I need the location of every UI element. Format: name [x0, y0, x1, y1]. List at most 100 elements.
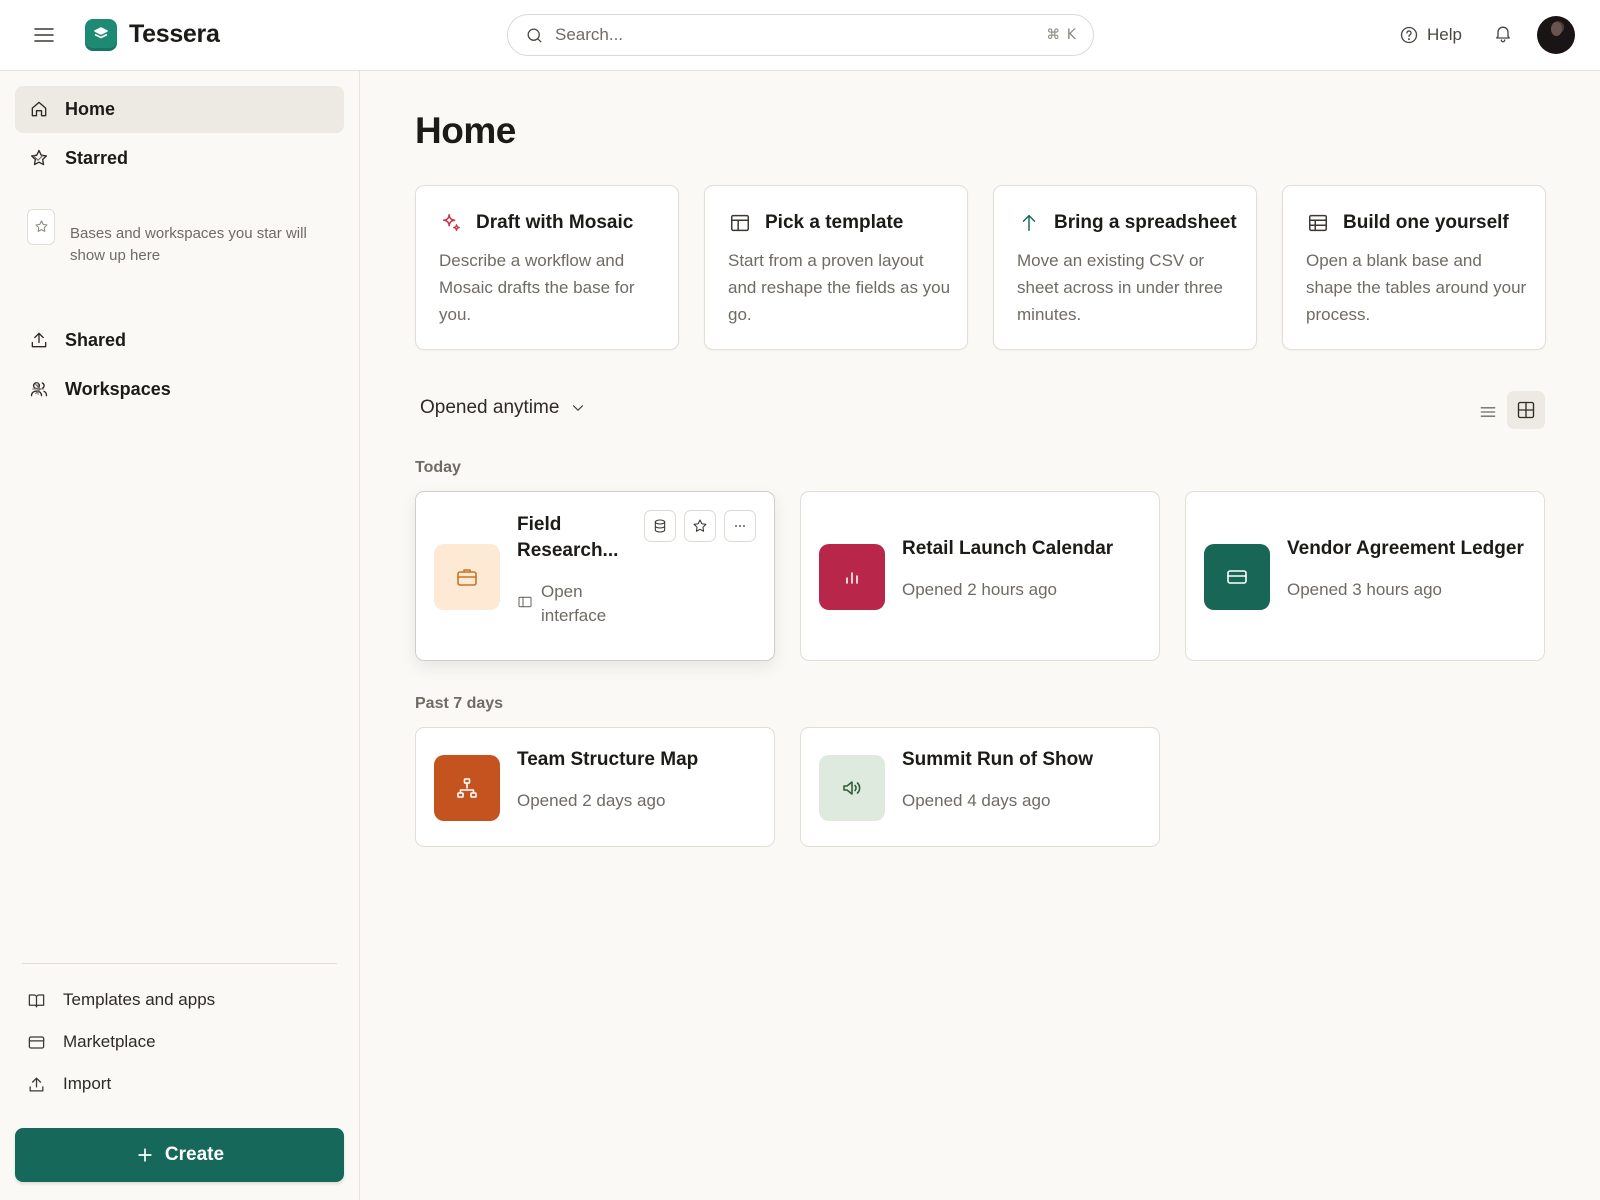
- recent-card-field-research[interactable]: Field Research... Open interface: [415, 491, 775, 661]
- section-today: Today: [415, 459, 461, 476]
- database-icon: [654, 519, 666, 533]
- interface-icon: [518, 596, 532, 608]
- base-name: Team Structure Map: [517, 749, 699, 770]
- card-icon: [28, 1035, 45, 1049]
- base-tile: [434, 755, 500, 821]
- star-icon: [35, 220, 48, 232]
- base-name: Field Research...: [517, 514, 619, 561]
- avatar[interactable]: [1537, 16, 1575, 54]
- template-icon: [731, 214, 749, 232]
- opened-filter-dropdown[interactable]: Opened anytime: [420, 397, 587, 419]
- sidebar-item-label: Home: [65, 99, 116, 119]
- more-horizontal-icon: [735, 525, 745, 527]
- start-card-title: Pick a template: [765, 212, 904, 233]
- starred-empty-text: Bases and workspaces you star will show …: [70, 225, 307, 264]
- briefcase-icon: [457, 569, 477, 586]
- sidebar-item-marketplace[interactable]: Marketplace: [27, 1027, 156, 1057]
- sparkle-icon: [442, 214, 460, 232]
- start-card-description: Move an existing CSV or sheet across in …: [1017, 251, 1224, 324]
- recent-card-retail-launch[interactable]: Retail Launch Calendar Opened 2 hours ag…: [800, 491, 1160, 661]
- sidebar-item-label: Marketplace: [63, 1032, 156, 1051]
- sidebar-item-home[interactable]: Home: [15, 86, 344, 133]
- app-name: Tessera: [129, 20, 220, 48]
- base-tile: [819, 544, 885, 610]
- search-shortcut: ⌘ K: [1046, 27, 1077, 43]
- recent-card-summit-run[interactable]: Summit Run of Show Opened 4 days ago: [800, 727, 1160, 847]
- star-placeholder: [27, 209, 55, 245]
- base-name: Vendor Agreement Ledger: [1287, 538, 1524, 559]
- search-bar[interactable]: ⌘ K: [507, 14, 1094, 56]
- base-tile: [434, 544, 500, 610]
- sidebar-item-import[interactable]: Import: [27, 1069, 111, 1099]
- sidebar-item-workspaces[interactable]: Workspaces: [15, 366, 344, 413]
- bell-icon: [1496, 26, 1510, 43]
- help-circle-icon: [1400, 26, 1418, 44]
- search-input[interactable]: [555, 24, 995, 46]
- menu-icon: [34, 28, 54, 42]
- notifications-button[interactable]: [1493, 23, 1513, 43]
- base-opened-time: Opened 2 days ago: [517, 791, 666, 810]
- sidebar: Home Starred Bases and workspaces you st…: [0, 71, 360, 1200]
- grid-icon: [1517, 401, 1535, 419]
- list-icon: [1480, 407, 1496, 417]
- sidebar-item-label: Starred: [65, 148, 129, 168]
- base-opened-time: Opened 2 hours ago: [902, 580, 1058, 599]
- home-icon: [31, 101, 47, 117]
- start-card-mosaic[interactable]: Draft with Mosaic Describe a workflow an…: [415, 185, 679, 350]
- app-logo[interactable]: [85, 19, 117, 51]
- sidebar-item-shared[interactable]: Shared: [15, 317, 344, 364]
- card-icon: [1227, 570, 1247, 584]
- layers-icon: [94, 27, 108, 39]
- star-button[interactable]: [684, 510, 716, 542]
- grid-view-button[interactable]: [1507, 391, 1545, 429]
- filter-label: Opened anytime: [420, 397, 560, 418]
- base-name: Retail Launch Calendar: [902, 538, 1114, 559]
- chevron-right-icon[interactable]: [29, 380, 47, 398]
- start-card-description: Open a blank base and shape the tables a…: [1306, 251, 1527, 324]
- base-tile: [1204, 544, 1270, 610]
- recent-card-vendor-ledger[interactable]: Vendor Agreement Ledger Opened 3 hours a…: [1185, 491, 1545, 661]
- recent-card-team-structure[interactable]: Team Structure Map Opened 2 days ago: [415, 727, 775, 847]
- help-label: Help: [1427, 25, 1462, 44]
- top-bar: Tessera ⌘ K Help: [0, 0, 1600, 71]
- sidebar-divider: [22, 963, 337, 964]
- start-card-spreadsheet[interactable]: Bring a spreadsheet Move an existing CSV…: [993, 185, 1257, 350]
- start-card-title: Draft with Mosaic: [476, 212, 634, 233]
- sidebar-item-label: Templates and apps: [63, 990, 216, 1009]
- help-button[interactable]: Help: [1399, 22, 1462, 48]
- start-card-template[interactable]: Pick a template Start from a proven layo…: [704, 185, 968, 350]
- create-label: Create: [164, 1144, 225, 1165]
- book-icon: [28, 993, 45, 1007]
- start-card-description: Describe a workflow and Mosaic drafts th…: [439, 251, 635, 324]
- upload-icon: [29, 1077, 44, 1091]
- upload-icon: [31, 332, 47, 348]
- sidebar-item-label: Workspaces: [65, 379, 171, 399]
- table-icon: [1309, 214, 1327, 232]
- sidebar-item-starred[interactable]: Starred: [15, 135, 344, 182]
- start-card-blank[interactable]: Build one yourself Open a blank base and…: [1282, 185, 1546, 350]
- section-past-7-days: Past 7 days: [415, 695, 504, 712]
- search-icon: [527, 28, 542, 43]
- bar-chart-icon: [846, 572, 858, 584]
- create-button[interactable]: Create: [15, 1128, 344, 1182]
- sidebar-item-templates[interactable]: Templates and apps: [27, 985, 215, 1015]
- sidebar-item-label: Import: [63, 1074, 112, 1093]
- start-card-title: Build one yourself: [1343, 212, 1509, 233]
- open-data-button[interactable]: [644, 510, 676, 542]
- chevron-down-icon[interactable]: [29, 149, 47, 167]
- menu-button[interactable]: [32, 23, 58, 47]
- sidebar-item-label: Shared: [65, 330, 127, 350]
- base-opened-time: Opened 3 hours ago: [1287, 580, 1443, 599]
- chevron-down-icon: [573, 405, 584, 411]
- open-interface-label: Open interface: [541, 582, 607, 625]
- start-card-description: Start from a proven layout and reshape t…: [728, 251, 951, 324]
- org-chart-icon: [457, 778, 477, 798]
- star-icon: [693, 519, 707, 532]
- base-tile: [819, 755, 885, 821]
- more-options-button[interactable]: [724, 510, 756, 542]
- base-opened-time: Opened 4 days ago: [902, 791, 1051, 810]
- list-view-button[interactable]: [1474, 398, 1502, 426]
- plus-icon: [138, 1148, 152, 1162]
- base-name: Summit Run of Show: [902, 749, 1094, 770]
- megaphone-icon: [843, 781, 861, 795]
